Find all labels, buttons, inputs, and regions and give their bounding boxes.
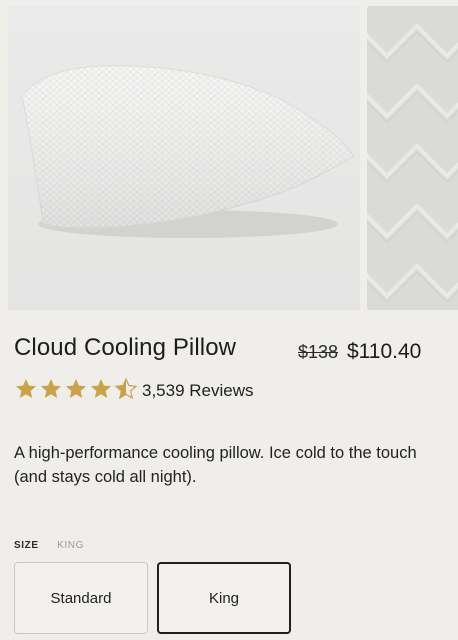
star-icon xyxy=(41,379,61,398)
star-icon xyxy=(91,379,111,398)
selected-size-value: KING xyxy=(57,540,84,551)
size-option-king[interactable]: King xyxy=(157,562,291,634)
size-option-standard[interactable]: Standard xyxy=(14,562,148,634)
product-description: A high-performance cooling pillow. Ice c… xyxy=(14,444,417,486)
star-rating xyxy=(14,377,138,403)
product-title: Cloud Cooling Pillow xyxy=(14,334,237,361)
fabric-texture-photo xyxy=(367,6,458,310)
pillow-main-image[interactable] xyxy=(8,6,360,310)
size-label: SIZE xyxy=(14,540,39,551)
product-header: Cloud Cooling Pillow $138 $110.40 xyxy=(14,334,444,366)
rating-row[interactable]: 3,539 Reviews xyxy=(14,377,314,403)
reviews-link[interactable]: 3,539 Reviews xyxy=(142,381,254,401)
size-selector-header: SIZE KING xyxy=(14,535,84,551)
size-options: Standard King xyxy=(14,562,294,634)
fabric-thumbnail-image[interactable] xyxy=(367,6,458,310)
sale-price: $110.40 xyxy=(347,340,422,363)
star-icon xyxy=(16,379,36,398)
star-icon xyxy=(66,379,86,398)
product-gallery xyxy=(8,6,458,310)
pillow-photo xyxy=(18,65,354,238)
original-price: $138 xyxy=(298,342,339,362)
half-star-icon xyxy=(114,377,138,400)
